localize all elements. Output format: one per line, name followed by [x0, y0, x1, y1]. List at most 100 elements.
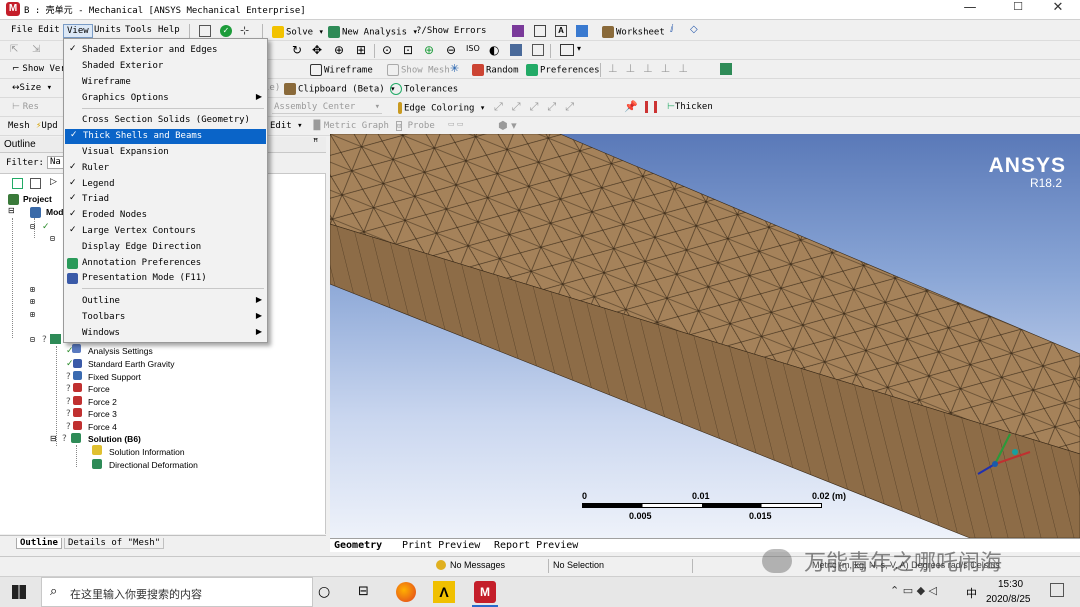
random-colors-icon[interactable]: ✳: [450, 62, 459, 75]
tab-outline[interactable]: Outline: [16, 538, 62, 549]
tab-print-preview[interactable]: Print Preview: [402, 540, 480, 551]
collapse-toggle-icon[interactable]: ⊟: [30, 222, 35, 231]
tab-details-mesh[interactable]: Details of "Mesh": [64, 538, 165, 549]
menu-file[interactable]: File: [8, 24, 36, 36]
show-vertices-button[interactable]: ⌐ Show Ver: [10, 63, 68, 75]
report-icon[interactable]: [512, 25, 524, 37]
expand-toggle-icon[interactable]: ⊞: [30, 297, 35, 306]
notifications-icon[interactable]: [1050, 583, 1064, 597]
task-view-icon[interactable]: ⊟: [358, 584, 369, 599]
viewport-layout-icon[interactable]: [560, 44, 574, 56]
preferences-button[interactable]: Preferences: [524, 63, 602, 77]
tolerances-button[interactable]: Tolerances: [388, 82, 460, 96]
view-menu-item-legend[interactable]: ✓ Legend: [64, 177, 267, 192]
view-menu-item-large-vertex-contours[interactable]: ✓ Large Vertex Contours: [64, 224, 267, 239]
collapse-toggle-icon[interactable]: ⊟: [50, 234, 55, 243]
annotation-tools-icon[interactable]: ⊥⊥⊥⊥⊥: [608, 62, 696, 75]
firefox-icon[interactable]: [396, 582, 416, 602]
expand-toggle-icon[interactable]: ⊞: [30, 310, 35, 319]
tree-options-icon[interactable]: ▷: [50, 177, 57, 187]
expand-toggle-icon[interactable]: ⊞: [30, 285, 35, 294]
worksheet-button[interactable]: Worksheet: [600, 25, 667, 39]
new-analysis-button[interactable]: New Analysis ▾: [326, 25, 420, 39]
collapse-toggle-icon[interactable]: ⊟: [8, 206, 15, 215]
view-menu-item-shaded-exterior-and-edges[interactable]: ✓ Shaded Exterior and Edges: [64, 43, 267, 58]
clock-time[interactable]: 15:30: [998, 579, 1023, 590]
view-menu-item-visual-expansion[interactable]: Visual Expansion: [64, 145, 267, 160]
menu-help[interactable]: Help: [155, 24, 183, 36]
wireframe-button[interactable]: Wireframe: [308, 63, 375, 77]
solve-button[interactable]: Solve ▾: [270, 25, 326, 39]
tag-icon[interactable]: ◇: [690, 24, 698, 35]
minimize-button[interactable]: —: [948, 0, 992, 20]
update-button[interactable]: ⚡Upd: [34, 120, 60, 132]
view-menu-item-eroded-nodes[interactable]: ✓ Eroded Nodes: [64, 208, 267, 223]
view-menu-item-shaded-exterior[interactable]: Shaded Exterior: [64, 59, 267, 74]
menu-units[interactable]: Units: [91, 24, 124, 36]
menu-edit[interactable]: Edit: [35, 24, 63, 36]
view-menu-item-outline[interactable]: Outline ▶: [64, 294, 267, 309]
ansys-workbench-icon[interactable]: Λ: [433, 581, 455, 603]
close-button[interactable]: ✕: [1036, 0, 1080, 20]
windows-start-icon[interactable]: [12, 585, 26, 599]
collapse-icon[interactable]: [30, 178, 41, 189]
graphics-viewport[interactable]: ANSYS R18.2 0 0.01 0.02 (m) 0.005 0.015: [330, 134, 1080, 538]
thicken-button[interactable]: ⊢Thicken: [665, 101, 715, 113]
pointer-icon[interactable]: ⇱: [10, 44, 18, 55]
view-menu-item-thick-shells-and-beams[interactable]: ✓ Thick Shells and Beams: [65, 129, 266, 144]
size-dropdown[interactable]: ↔Size ▾: [10, 82, 54, 94]
tab-geometry[interactable]: Geometry: [334, 540, 382, 551]
view-menu-item-wireframe[interactable]: Wireframe: [64, 75, 267, 90]
task-view-circle-icon[interactable]: ○: [318, 584, 330, 600]
view-menu-item-display-edge-direction[interactable]: Display Edge Direction: [64, 240, 267, 255]
metric-graph-button[interactable]: ▐▌Metric Graph: [308, 120, 391, 132]
taskbar-search[interactable]: ⌕ 在这里输入你要搜索的内容: [41, 577, 313, 607]
views-icon[interactable]: [576, 25, 588, 37]
reset-button[interactable]: ⊢ Res: [10, 101, 41, 113]
show-errors-button[interactable]: ?/Show Errors: [414, 25, 488, 37]
previous-view-icon[interactable]: ◐: [489, 43, 499, 57]
view-menu-item-windows[interactable]: Windows ▶: [64, 326, 267, 341]
maximize-button[interactable]: ☐: [996, 0, 1040, 20]
collapse-toggle-icon[interactable]: ⊟: [30, 335, 35, 344]
hexagon-icon[interactable]: ⬢ ▾: [498, 119, 517, 132]
viewport-dropdown-icon[interactable]: ▾: [577, 44, 581, 53]
rotate-icon[interactable]: ↻: [292, 43, 302, 57]
edge-display-icon[interactable]: ⤢⤢⤢⤢⤢: [494, 100, 583, 114]
view-menu-item-triad[interactable]: ✓ Triad: [64, 192, 267, 207]
expand-icon[interactable]: [12, 178, 23, 189]
ime-indicator[interactable]: 中: [966, 585, 977, 601]
help-cursor-icon[interactable]: ⅈ: [670, 24, 674, 35]
zoom-fit-icon[interactable]: ⊙: [382, 43, 392, 57]
mesh-display-icon[interactable]: ▭ ▭: [448, 120, 463, 128]
view-menu-item-graphics-options[interactable]: Graphics Options ▶: [64, 91, 267, 106]
zoom-in-icon[interactable]: ⊕: [424, 43, 434, 57]
zoom-out-icon[interactable]: ⊖: [446, 43, 456, 57]
annotation-text-icon[interactable]: A: [555, 25, 567, 37]
view-menu-item-ruler[interactable]: ✓ Ruler: [64, 161, 267, 176]
check-icon[interactable]: ✓: [220, 25, 232, 37]
iso-icon[interactable]: ISO: [466, 44, 480, 53]
select-icon[interactable]: ⇲: [32, 44, 40, 55]
edit-dropdown[interactable]: Edit ▾: [268, 120, 305, 132]
thicken-split-icon[interactable]: [645, 101, 657, 113]
clipboard-button[interactable]: Clipboard (Beta) ▾: [282, 82, 398, 96]
pin-panel-icon[interactable]: ꟸ: [313, 138, 318, 148]
tab-report-preview[interactable]: Report Preview: [494, 540, 578, 551]
ansys-mechanical-taskbar-icon[interactable]: M: [474, 581, 496, 603]
view-menu-item-cross-section-solids-geometry[interactable]: Cross Section Solids (Geometry): [64, 113, 267, 128]
view-menu-item-toolbars[interactable]: Toolbars ▶: [64, 310, 267, 325]
clock-date[interactable]: 2020/8/25: [986, 594, 1031, 605]
menu-view[interactable]: View: [63, 24, 93, 38]
random-button[interactable]: Random: [470, 63, 521, 77]
show-mesh-button[interactable]: Show Mesh: [385, 63, 452, 77]
view-menu-item-annotation-preferences[interactable]: Annotation Preferences: [64, 256, 267, 271]
image-icon[interactable]: [534, 25, 546, 37]
collapse-toggle-icon[interactable]: ⊟: [50, 434, 57, 443]
box-zoom-icon[interactable]: ⊡: [403, 43, 413, 57]
print-icon[interactable]: [532, 44, 544, 56]
menu-tools[interactable]: Tools: [122, 24, 155, 36]
messages-status[interactable]: No Messages: [450, 560, 505, 570]
zoom-icon[interactable]: ⊕: [334, 43, 344, 57]
system-tray-icons[interactable]: ⌃ ▭ ◆ ◁: [890, 584, 937, 597]
